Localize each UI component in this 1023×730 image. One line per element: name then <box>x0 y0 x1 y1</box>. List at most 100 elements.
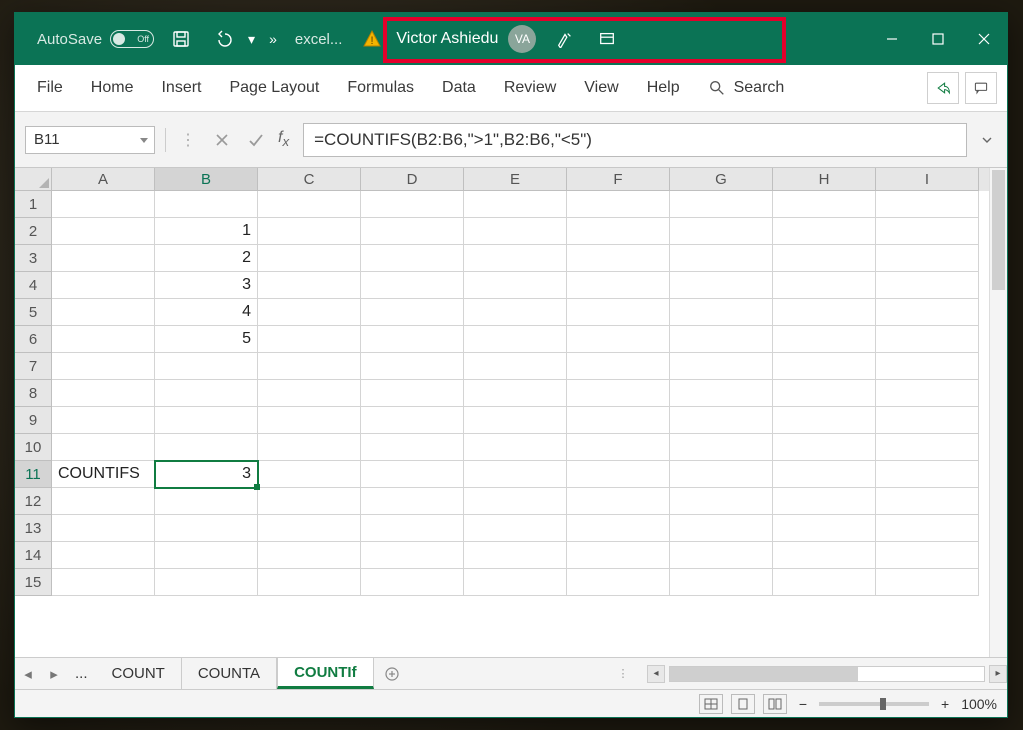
cell-F10[interactable] <box>567 434 670 461</box>
cell-B11[interactable]: 3 <box>155 461 258 488</box>
cell-G7[interactable] <box>670 353 773 380</box>
enter-formula-icon[interactable] <box>244 128 268 152</box>
cell-F12[interactable] <box>567 488 670 515</box>
cell-C12[interactable] <box>258 488 361 515</box>
undo-icon[interactable] <box>208 24 238 54</box>
cell-C15[interactable] <box>258 569 361 596</box>
cell-C10[interactable] <box>258 434 361 461</box>
page-break-view-icon[interactable] <box>763 694 787 714</box>
maximize-button[interactable] <box>915 13 961 65</box>
user-avatar[interactable]: VA <box>508 25 536 53</box>
scroll-right-icon[interactable]: ▸ <box>989 665 1007 683</box>
cancel-formula-icon[interactable] <box>210 128 234 152</box>
cell-F9[interactable] <box>567 407 670 434</box>
cell-I6[interactable] <box>876 326 979 353</box>
expand-formula-bar-icon[interactable] <box>977 134 997 146</box>
cell-C2[interactable] <box>258 218 361 245</box>
cell-B8[interactable] <box>155 380 258 407</box>
cell-D6[interactable] <box>361 326 464 353</box>
cell-A6[interactable] <box>52 326 155 353</box>
cell-E1[interactable] <box>464 191 567 218</box>
cell-H4[interactable] <box>773 272 876 299</box>
ribbon-tab-formulas[interactable]: Formulas <box>335 65 426 111</box>
normal-view-icon[interactable] <box>699 694 723 714</box>
cell-C1[interactable] <box>258 191 361 218</box>
cell-H15[interactable] <box>773 569 876 596</box>
cell-I10[interactable] <box>876 434 979 461</box>
cell-G10[interactable] <box>670 434 773 461</box>
cell-E3[interactable] <box>464 245 567 272</box>
cell-I5[interactable] <box>876 299 979 326</box>
autosave-toggle[interactable]: Off <box>110 30 154 48</box>
cell-E7[interactable] <box>464 353 567 380</box>
cell-D15[interactable] <box>361 569 464 596</box>
scroll-left-icon[interactable]: ◂ <box>647 665 665 683</box>
select-all-corner[interactable] <box>15 168 52 191</box>
row-header-2[interactable]: 2 <box>15 218 52 245</box>
cell-A11[interactable]: COUNTIFS <box>52 461 155 488</box>
cell-G14[interactable] <box>670 542 773 569</box>
cell-D7[interactable] <box>361 353 464 380</box>
cell-H14[interactable] <box>773 542 876 569</box>
tab-nav-prev-icon[interactable]: ◂ <box>15 658 41 689</box>
horizontal-scrollbar[interactable]: ◂ ▸ <box>647 665 1007 683</box>
save-icon[interactable] <box>166 24 196 54</box>
cell-E5[interactable] <box>464 299 567 326</box>
ribbon-tab-file[interactable]: File <box>25 65 75 111</box>
cell-F13[interactable] <box>567 515 670 542</box>
ribbon-tab-page-layout[interactable]: Page Layout <box>217 65 331 111</box>
row-header-3[interactable]: 3 <box>15 245 52 272</box>
row-header-1[interactable]: 1 <box>15 191 52 218</box>
cell-A12[interactable] <box>52 488 155 515</box>
cell-E15[interactable] <box>464 569 567 596</box>
cell-B10[interactable] <box>155 434 258 461</box>
row-header-15[interactable]: 15 <box>15 569 52 596</box>
cell-I9[interactable] <box>876 407 979 434</box>
ribbon-display-icon[interactable] <box>592 24 622 54</box>
comments-button[interactable] <box>965 72 997 104</box>
close-button[interactable] <box>961 13 1007 65</box>
cell-D2[interactable] <box>361 218 464 245</box>
cell-G4[interactable] <box>670 272 773 299</box>
cell-B14[interactable] <box>155 542 258 569</box>
column-header-B[interactable]: B <box>155 168 258 191</box>
cell-I12[interactable] <box>876 488 979 515</box>
row-header-11[interactable]: 11 <box>15 461 52 488</box>
cell-A4[interactable] <box>52 272 155 299</box>
quick-styles-icon[interactable] <box>550 24 580 54</box>
cell-I2[interactable] <box>876 218 979 245</box>
cell-C8[interactable] <box>258 380 361 407</box>
cell-C5[interactable] <box>258 299 361 326</box>
cell-F3[interactable] <box>567 245 670 272</box>
ribbon-tab-insert[interactable]: Insert <box>149 65 213 111</box>
cell-H13[interactable] <box>773 515 876 542</box>
cell-F14[interactable] <box>567 542 670 569</box>
cell-D8[interactable] <box>361 380 464 407</box>
cell-A14[interactable] <box>52 542 155 569</box>
cell-G5[interactable] <box>670 299 773 326</box>
row-header-9[interactable]: 9 <box>15 407 52 434</box>
cell-C6[interactable] <box>258 326 361 353</box>
sheet-tab-count[interactable]: COUNT <box>96 658 182 689</box>
cell-A15[interactable] <box>52 569 155 596</box>
cell-A8[interactable] <box>52 380 155 407</box>
ribbon-tab-view[interactable]: View <box>572 65 630 111</box>
add-sheet-button[interactable] <box>374 666 410 682</box>
cell-C14[interactable] <box>258 542 361 569</box>
column-header-F[interactable]: F <box>567 168 670 191</box>
cell-C13[interactable] <box>258 515 361 542</box>
cell-D3[interactable] <box>361 245 464 272</box>
formula-dropdown-icon[interactable]: ⋮ <box>176 128 200 152</box>
cell-G2[interactable] <box>670 218 773 245</box>
cell-E4[interactable] <box>464 272 567 299</box>
cell-H5[interactable] <box>773 299 876 326</box>
zoom-slider[interactable] <box>819 702 929 706</box>
cell-I15[interactable] <box>876 569 979 596</box>
cell-C4[interactable] <box>258 272 361 299</box>
cell-G13[interactable] <box>670 515 773 542</box>
cell-A9[interactable] <box>52 407 155 434</box>
row-header-7[interactable]: 7 <box>15 353 52 380</box>
cell-E11[interactable] <box>464 461 567 488</box>
cell-C9[interactable] <box>258 407 361 434</box>
cell-D9[interactable] <box>361 407 464 434</box>
